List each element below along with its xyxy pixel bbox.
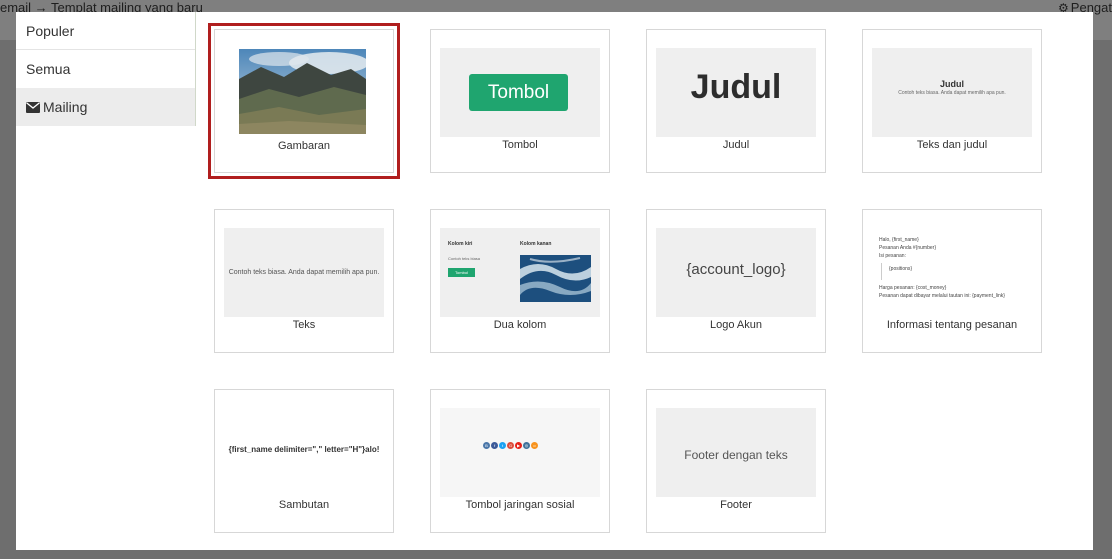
sample-button: Tombol [469,74,568,111]
social-icons-row: Bf t G ▶ ◎ o [483,442,538,449]
order-line: Isi pesanan: [879,253,906,259]
sample-button: Tombol [448,268,475,277]
template-card-informasi-pesanan[interactable]: Halo, {first_name} Pesanan Anda #{number… [862,209,1042,353]
card-preview: Judul Contoh teks biasa. Anda dapat memi… [872,48,1032,137]
card-label: Footer [720,499,752,511]
envelope-icon [26,102,40,113]
sample-heading: Judul [690,68,782,106]
sidebar-item-populer[interactable]: Populer [16,12,196,50]
order-line: Pesanan dapat dibayar melalui tautan ini… [879,293,1005,299]
template-picker-modal: Populer Semua Mailing Gambaran Tombol To… [16,12,1093,550]
sidebar-item-label: Mailing [43,99,88,115]
card-label: Sambutan [278,499,330,511]
template-card-tombol-jaringan-sosial[interactable]: Bf t G ▶ ◎ o Tombol jaringan sosial [430,389,610,533]
left-column-heading: Kolom kiri [448,241,473,247]
template-card-judul[interactable]: Judul Judul [646,29,826,173]
sidebar-item-label: Semua [26,61,71,77]
template-card-tombol[interactable]: Tombol Tombol [430,29,610,173]
left-column-text: Contoh teks biasa [448,256,481,261]
card-label: Dua kolom [493,319,547,331]
google-plus-icon: G [507,442,514,449]
card-preview: {account_logo} [656,228,816,317]
card-preview: Contoh teks biasa. Anda dapat memilih ap… [224,228,384,317]
card-label: Judul [722,139,750,151]
right-column-heading: Kolom kanan [520,241,552,247]
template-card-teks[interactable]: Contoh teks biasa. Anda dapat memilih ap… [214,209,394,353]
card-preview: Footer dengan teks [656,408,816,497]
sidebar-divider [195,12,196,126]
template-card-logo-akun[interactable]: {account_logo} Logo Akun [646,209,826,353]
quote-bar [881,263,882,280]
order-line: {positions} [889,266,913,272]
footer-sample-text: Footer dengan teks [684,448,788,462]
facebook-icon: f [491,442,498,449]
instagram-icon: ◎ [523,442,530,449]
template-card-sambutan[interactable]: {first_name delimiter="," letter="H"}alo… [214,389,394,533]
sample-heading: Judul [940,79,964,89]
template-card-teks-dan-judul[interactable]: Judul Contoh teks biasa. Anda dapat memi… [862,29,1042,173]
landscape-image [239,49,366,134]
vk-icon: B [483,442,490,449]
greeting-text: {first_name delimiter="," letter="H"}alo… [228,445,380,454]
order-line: Harga pesanan: {cost_money} [879,285,947,291]
card-preview: Kolom kiri Kolom kanan Contoh teks biasa… [440,228,600,317]
card-label: Teks dan judul [916,139,988,151]
sample-text: Contoh teks biasa. Anda dapat memilih ap… [898,90,1006,96]
card-preview: Tombol [440,48,600,137]
card-label: Teks [292,319,316,331]
card-preview: Bf t G ▶ ◎ o [440,408,600,497]
template-card-footer[interactable]: Footer dengan teks Footer [646,389,826,533]
card-label: Logo Akun [710,319,762,331]
youtube-icon: ▶ [515,442,522,449]
sidebar-item-label: Populer [26,23,75,39]
logo-placeholder: {account_logo} [686,261,786,278]
category-sidebar: Populer Semua Mailing [16,12,196,126]
card-preview: Halo, {first_name} Pesanan Anda #{number… [872,228,1032,317]
ocean-image [520,255,591,302]
card-label: Gambaran [278,140,330,152]
card-label: Tombol [502,139,538,151]
order-line: Halo, {first_name} [879,237,919,243]
sidebar-item-semua[interactable]: Semua [16,50,196,88]
card-label: Tombol jaringan sosial [465,499,575,511]
order-line: Pesanan Anda #{number} [879,245,936,251]
twitter-icon: t [499,442,506,449]
card-preview: Judul [656,48,816,137]
card-label: Informasi tentang pesanan [886,319,1018,331]
sample-text: Contoh teks biasa. Anda dapat memilih ap… [228,269,380,276]
odnoklassniki-icon: o [531,442,538,449]
template-card-gambaran[interactable]: Gambaran [208,23,400,179]
sidebar-item-mailing[interactable]: Mailing [16,88,196,126]
template-card-dua-kolom[interactable]: Kolom kiri Kolom kanan Contoh teks biasa… [430,209,610,353]
